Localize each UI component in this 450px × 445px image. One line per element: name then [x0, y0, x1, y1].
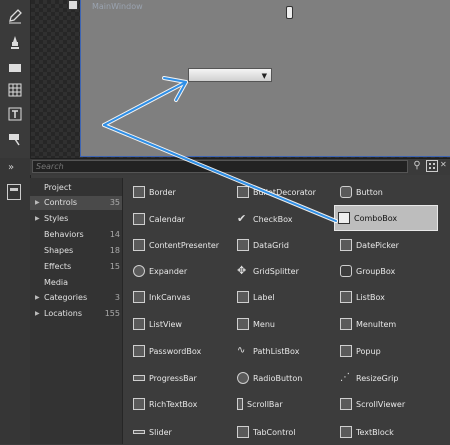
category-item[interactable]: Media	[30, 276, 122, 290]
asset-datepicker[interactable]: DatePicker	[337, 237, 437, 253]
category-item-controls[interactable]: ▶ Controls 35	[30, 196, 122, 210]
groupbox-icon	[340, 265, 352, 277]
asset-menuitem[interactable]: MenuItem	[337, 316, 437, 332]
asset-expander[interactable]: Expander	[130, 263, 230, 279]
grid-view-toggle-icon[interactable]	[426, 160, 438, 172]
menuitem-icon	[340, 318, 352, 330]
expand-arrow-icon: ▶	[35, 215, 40, 222]
asset-slider[interactable]: Slider	[130, 424, 230, 440]
category-item[interactable]: Shapes 18	[30, 244, 122, 258]
category-item[interactable]: ▶ Categories 3	[30, 291, 122, 305]
asset-label[interactable]: Label	[234, 289, 334, 305]
text-tool-icon[interactable]	[4, 104, 26, 124]
pathlistbox-icon: ∿	[237, 345, 246, 356]
combobox-preview[interactable]: ▼	[188, 68, 272, 82]
asset-library-icon[interactable]	[7, 184, 21, 200]
category-item[interactable]: Behaviors 14	[30, 228, 122, 242]
asset-scrollviewer[interactable]: ScrollViewer	[337, 396, 437, 412]
asset-richtextbox[interactable]: RichTextBox	[130, 396, 230, 412]
pen-icon[interactable]	[4, 6, 26, 26]
asset-bulletdecorator[interactable]: BulletDecorator	[234, 184, 334, 200]
category-item[interactable]: Effects 15	[30, 260, 122, 274]
asset-menu[interactable]: Menu	[234, 316, 334, 332]
richtextbox-icon	[133, 398, 145, 410]
progressbar-icon	[133, 375, 145, 381]
asset-resizegrip[interactable]: ⋰ ResizeGrip	[337, 370, 437, 386]
asset-checkbox[interactable]: ✔ CheckBox	[234, 211, 334, 227]
asset-calendar[interactable]: Calendar	[130, 211, 230, 227]
scrollviewer-icon	[340, 398, 352, 410]
tabcontrol-icon	[237, 426, 249, 438]
asset-border[interactable]: Border	[130, 184, 230, 200]
asset-listbox[interactable]: ListBox	[337, 289, 437, 305]
asset-groupbox[interactable]: GroupBox	[337, 263, 437, 279]
expand-chevrons-icon[interactable]: »	[8, 162, 14, 173]
resizegrip-icon: ⋰	[340, 372, 350, 383]
button-icon	[340, 186, 352, 198]
close-icon[interactable]: ✕	[440, 160, 447, 169]
window-adorner-handle[interactable]	[286, 6, 293, 19]
asset-listview[interactable]: ListView	[130, 316, 230, 332]
checkbox-icon: ✔	[237, 212, 247, 225]
asset-inkcanvas[interactable]: InkCanvas	[130, 289, 230, 305]
textblock-icon	[340, 426, 352, 438]
label-icon	[237, 291, 249, 303]
asset-button[interactable]: Button	[337, 184, 437, 200]
category-item[interactable]: Project	[30, 181, 122, 195]
bulletdecorator-icon	[237, 186, 249, 198]
window-title: MainWindow	[92, 2, 143, 11]
rectangle-icon[interactable]	[4, 58, 26, 78]
listbox-icon	[340, 291, 352, 303]
asset-tabcontrol[interactable]: TabControl	[234, 424, 334, 440]
search-icon[interactable]: ⚲	[410, 160, 424, 174]
slider-icon	[133, 430, 145, 434]
asset-passwordbox[interactable]: PasswordBox	[130, 343, 230, 359]
scrollbar-icon	[237, 398, 243, 410]
asset-combobox[interactable]: ComboBox	[334, 205, 438, 231]
asset-contentpresenter[interactable]: ContentPresenter	[130, 237, 230, 253]
listview-icon	[133, 318, 145, 330]
combobox-icon	[338, 212, 350, 224]
tools-toolbar	[0, 0, 31, 158]
search-input[interactable]	[32, 160, 408, 173]
panel-side-strip: »	[0, 158, 31, 444]
asset-pathlistbox[interactable]: ∿ PathListBox	[234, 343, 334, 359]
radiobutton-icon	[237, 372, 249, 384]
expand-arrow-icon: ▶	[35, 310, 40, 317]
expand-arrow-icon: ▶	[35, 199, 40, 206]
expander-icon	[133, 265, 145, 277]
asset-radiobutton[interactable]: RadioButton	[234, 370, 334, 386]
grid-icon[interactable]	[4, 80, 26, 100]
asset-progressbar[interactable]: ProgressBar	[130, 370, 230, 386]
asset-scrollbar[interactable]: ScrollBar	[234, 396, 334, 412]
chevron-down-icon: ▼	[261, 72, 267, 80]
contentpresenter-icon	[133, 239, 145, 251]
category-item[interactable]: ▶ Styles	[30, 212, 122, 226]
brush-icon[interactable]	[4, 32, 26, 52]
border-icon	[133, 186, 145, 198]
gridsplitter-icon: ✥	[237, 264, 247, 277]
asset-popup[interactable]: Popup	[337, 343, 437, 359]
menu-icon	[237, 318, 249, 330]
calendar-icon	[133, 213, 145, 225]
datepicker-icon	[340, 239, 352, 251]
asset-datagrid[interactable]: DataGrid	[234, 237, 334, 253]
passwordbox-icon	[133, 345, 145, 357]
expand-arrow-icon: ▶	[35, 294, 40, 301]
inkcanvas-icon	[133, 291, 145, 303]
popup-icon	[340, 345, 352, 357]
asset-textblock[interactable]: TextBlock	[337, 424, 437, 440]
hand-icon[interactable]	[4, 128, 26, 148]
window-resize-handle[interactable]	[68, 0, 78, 10]
category-item[interactable]: ▶ Locations 155	[30, 307, 122, 321]
datagrid-icon	[237, 239, 249, 251]
asset-gridsplitter[interactable]: ✥ GridSplitter	[234, 263, 334, 279]
